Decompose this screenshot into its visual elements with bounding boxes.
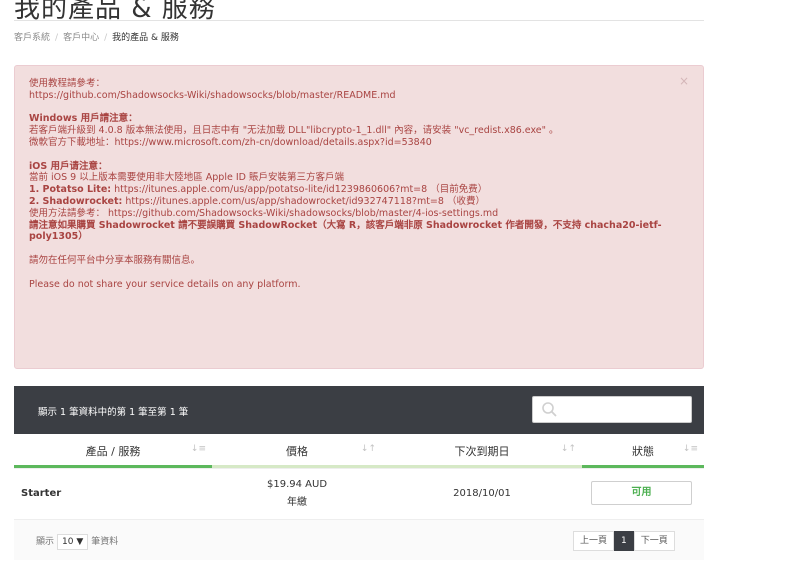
alert-spacer (29, 102, 689, 114)
column-underline (14, 465, 212, 468)
breadcrumb-client-center[interactable]: 客戶中心 (63, 33, 99, 43)
alert-line: 若客戶端升級到 4.0.8 版本無法使用，且日志中有 "无法加载 DLL"lib… (29, 125, 559, 137)
alert-spacer (29, 243, 689, 255)
column-underline (582, 465, 704, 468)
sort-icon: ↓↑ (560, 444, 576, 454)
alert-line: iOS 用戶请注意： (29, 160, 108, 172)
page-1-button[interactable]: 1 (614, 531, 634, 551)
status-badge[interactable]: 可用 (591, 481, 692, 505)
page-length-select[interactable]: 10 ▼ (57, 534, 89, 550)
page-length-value: 10 (62, 537, 74, 547)
column-label: 產品 / 服務 (85, 445, 141, 458)
alert-line: 使用教程請參考： (29, 78, 106, 89)
sort-icon: ↓↑ (360, 444, 376, 454)
alert-line: 2. Shadowrocket: https://itunes.apple.co… (29, 195, 485, 207)
billing-cycle: 年繳 (287, 497, 307, 508)
alert-line: 請注意如果購買 Shadowrocket 請不要誤購買 ShadowRocket… (29, 219, 662, 243)
sort-icon: ↓≡ (682, 444, 698, 454)
alert-spacer (29, 149, 689, 161)
column-underline (382, 465, 582, 468)
column-header-row: 產品 / 服務 ↓≡ 價格 ↓↑ 下次到期日 ↓↑ 狀態 ↓≡ (14, 434, 704, 469)
column-underline (212, 465, 382, 468)
alert-line: 1. Potatso Lite: https://itunes.apple.co… (29, 184, 488, 196)
table-toolbar: 顯示 1 筆資料中的第 1 筆至第 1 筆 (14, 386, 704, 434)
close-icon[interactable]: × (679, 75, 689, 88)
services-table: 顯示 1 筆資料中的第 1 筆至第 1 筆 產品 / 服務 ↓≡ 價格 ↓↑ 下… (14, 386, 704, 560)
notice-alert: × 使用教程請參考： https://github.com/Shadowsocks… (14, 65, 704, 369)
search-icon (542, 402, 557, 417)
search-input[interactable] (532, 396, 692, 423)
alert-body: 使用教程請參考： https://github.com/Shadowsocks-W… (29, 78, 689, 290)
alert-line: Please do not share your service details… (29, 278, 301, 290)
alert-line: 當前 iOS 9 以上版本需要使用非大陸地區 Apple ID 賬戶安裝第三方客… (29, 172, 344, 184)
table-footer: 顯示 10 ▼ 筆資料 上一頁 1 下一頁 (14, 520, 704, 560)
product-name[interactable]: Starter (21, 488, 61, 499)
column-label: 價格 (286, 445, 308, 458)
table-row[interactable]: Starter $19.94 AUD 年繳 2018/10/01 可用 (14, 469, 704, 520)
breadcrumb-current: 我的產品 & 服務 (112, 33, 179, 43)
next-page-button[interactable]: 下一頁 (633, 531, 675, 551)
show-label: 顯示 (36, 537, 55, 547)
table-info: 顯示 1 筆資料中的第 1 筆至第 1 筆 (38, 407, 189, 418)
breadcrumb-separator: / (104, 33, 108, 43)
title-divider (14, 20, 704, 21)
column-product[interactable]: 產品 / 服務 ↓≡ (14, 434, 212, 468)
breadcrumb: 客戶系統 / 客戶中心 / 我的產品 & 服務 (14, 30, 179, 43)
column-status[interactable]: 狀態 ↓≡ (582, 434, 704, 468)
breadcrumb-separator: / (55, 33, 59, 43)
column-due-date[interactable]: 下次到期日 ↓↑ (382, 434, 582, 468)
alert-line: 使用方法請參考： https://github.com/Shadowsocks-… (29, 207, 499, 219)
chevron-down-icon: ▼ (76, 537, 84, 547)
alert-line: 請勿在任何平台中分享本服務有關信息。 (29, 254, 201, 266)
page-length-control: 顯示 10 ▼ 筆資料 (36, 534, 118, 550)
due-date: 2018/10/01 (453, 488, 511, 499)
price-value: $19.94 AUD (266, 479, 328, 490)
alert-spacer (29, 267, 689, 279)
sort-icon: ↓≡ (190, 444, 206, 454)
prev-page-button[interactable]: 上一頁 (573, 531, 615, 551)
breadcrumb-client-system[interactable]: 客戶系統 (14, 33, 50, 43)
column-label: 下次到期日 (454, 445, 510, 458)
alert-line: Windows 用戶請注意： (29, 113, 138, 125)
alert-line: https://github.com/Shadowsocks-Wiki/shad… (29, 89, 396, 101)
column-price[interactable]: 價格 ↓↑ (212, 434, 382, 468)
page-title: 我的產品 & 服務 (14, 0, 216, 24)
alert-line: 微軟官方下載地址：https://www.microsoft.com/zh-cn… (29, 136, 432, 148)
records-label: 筆資料 (91, 537, 119, 547)
pagination: 上一頁 1 下一頁 (573, 531, 675, 551)
